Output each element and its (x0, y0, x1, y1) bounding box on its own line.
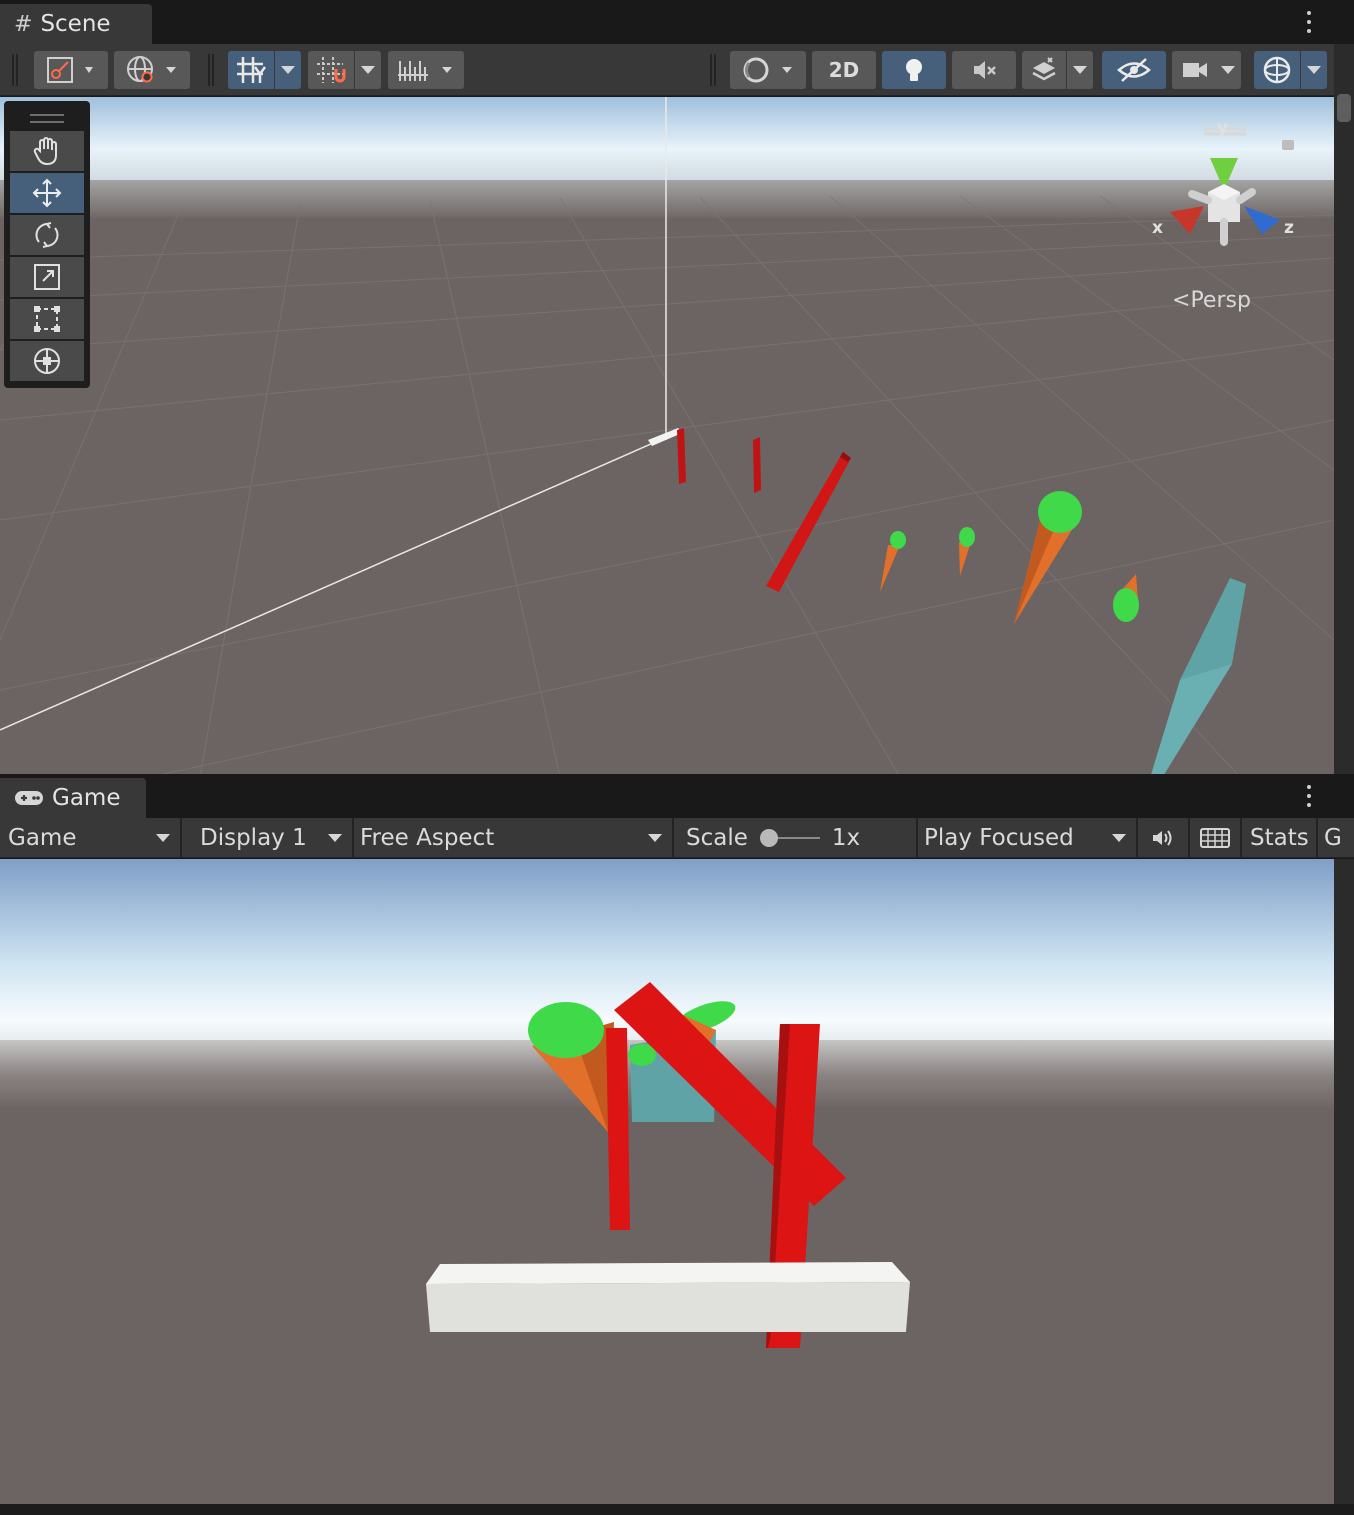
projection-label: Persp (1190, 288, 1251, 313)
increment-snap-button[interactable] (308, 51, 354, 89)
sphere-icon (743, 57, 792, 83)
grid-magnet-icon (317, 57, 346, 83)
z-axis-cone[interactable] (1244, 206, 1280, 234)
scale-control: Scale 1x (674, 818, 918, 858)
scale-icon (34, 264, 60, 290)
scale-tool[interactable] (10, 257, 84, 297)
game-viewport[interactable] (0, 859, 1334, 1504)
globe-icon (127, 56, 176, 83)
game-tab-bar: Game (0, 774, 1354, 818)
mute-audio-button[interactable] (1138, 818, 1190, 858)
scale-slider[interactable] (759, 828, 820, 848)
transform-tool[interactable] (10, 341, 84, 381)
gizmo-x-label: x (1152, 218, 1163, 238)
gizmo-sphere-icon (1263, 56, 1291, 84)
gamepad-icon (15, 791, 43, 805)
aspect-dropdown[interactable]: Free Aspect (354, 818, 674, 858)
rotate-icon (35, 222, 59, 248)
draw-mode-button[interactable] (34, 51, 108, 89)
chevron-left-icon: < (1172, 288, 1191, 313)
chevron-down-icon (648, 834, 662, 842)
game-mode-dropdown[interactable]: Game (0, 818, 182, 858)
rect-transform-icon (34, 306, 60, 332)
scene-tab-label: Scene (40, 11, 111, 37)
keyboard-shortcuts-button[interactable] (1190, 818, 1242, 858)
toolbar-grip[interactable] (710, 54, 716, 86)
effects-button[interactable] (1022, 51, 1066, 89)
lightbulb-icon (906, 59, 922, 81)
scene-visibility-button[interactable] (1102, 51, 1166, 89)
speaker-icon (1153, 830, 1172, 846)
shaded-mode-icon (47, 57, 93, 83)
scene-tab-bar: # Scene (0, 0, 1354, 44)
tool-palette-handle[interactable] (8, 105, 86, 131)
aspect-value: Free Aspect (360, 825, 495, 851)
hidden-eye-icon (1117, 58, 1151, 82)
scene-render (0, 97, 1334, 774)
layers-icon (1032, 57, 1056, 81)
audio-mute-icon (974, 61, 996, 79)
align-snap-button[interactable] (388, 51, 464, 89)
grid-y-icon (237, 57, 267, 83)
game-scrollbar[interactable] (1334, 859, 1354, 1515)
transform-icon (34, 348, 60, 374)
lock-icon[interactable] (1282, 140, 1294, 150)
scale-value: 1x (831, 825, 861, 851)
rotate-tool[interactable] (10, 215, 84, 255)
chevron-down-icon (1112, 834, 1126, 842)
global-toggle-button[interactable] (114, 51, 190, 89)
rect-tool[interactable] (10, 299, 84, 339)
play-mode-dropdown[interactable]: Play Focused (918, 818, 1138, 858)
gizmos-dropdown[interactable] (1301, 51, 1327, 89)
2d-toggle-button[interactable]: 2D (812, 51, 876, 89)
grid-snapping-button[interactable] (228, 51, 274, 89)
display-dropdown[interactable]: Display 1 (182, 818, 354, 858)
projection-toggle[interactable]: <Persp (1172, 288, 1251, 313)
effects-dropdown[interactable] (1067, 51, 1093, 89)
game-more-options-icon[interactable] (1304, 782, 1314, 810)
toolbar-grip[interactable] (12, 54, 18, 86)
scene-camera-dropdown[interactable] (1215, 51, 1241, 89)
toolbar-grip[interactable] (208, 54, 214, 86)
stats-button[interactable]: Stats (1242, 818, 1318, 858)
status-strip (0, 1504, 1354, 1515)
increment-snap-dropdown[interactable] (355, 51, 381, 89)
scene-toolbar: 2D (0, 44, 1354, 96)
scale-label: Scale (686, 825, 748, 851)
scene-scrollbar[interactable] (1334, 44, 1354, 775)
keyboard-icon (1200, 828, 1230, 848)
chevron-down-icon (156, 834, 170, 842)
x-axis-cone[interactable] (1170, 206, 1204, 234)
scene-tab[interactable]: # Scene (0, 4, 152, 44)
stats-label: Stats (1250, 825, 1309, 851)
game-tab[interactable]: Game (0, 778, 146, 818)
game-render (0, 859, 1334, 1504)
tool-palette (4, 101, 90, 388)
hand-tool[interactable] (10, 131, 84, 171)
gizmo-z-label: z (1284, 218, 1294, 238)
scene-viewport[interactable]: y x z (0, 97, 1334, 774)
grid-snapping-dropdown[interactable] (275, 51, 301, 89)
move-tool[interactable] (10, 173, 84, 213)
audio-toggle-button[interactable] (952, 51, 1016, 89)
shading-mode-button[interactable] (730, 51, 806, 89)
gizmos-label-truncated: G (1324, 825, 1342, 851)
ruler-icon (398, 61, 452, 81)
gizmos-toggle-button[interactable]: G (1318, 818, 1354, 858)
gizmos-button[interactable] (1254, 51, 1300, 89)
move-arrows-icon (32, 178, 62, 208)
lighting-toggle-button[interactable] (882, 51, 946, 89)
scene-more-options-icon[interactable] (1304, 8, 1314, 36)
video-camera-icon (1183, 63, 1207, 77)
hash-icon: # (14, 11, 33, 37)
scene-camera-button[interactable] (1172, 51, 1218, 89)
display-value: Display 1 (200, 825, 307, 851)
game-toolbar: Game Display 1 Free Aspect Scale 1x Play… (0, 818, 1354, 858)
game-tab-label: Game (52, 785, 121, 811)
game-mode-value: Game (8, 825, 77, 851)
hand-icon (33, 137, 57, 166)
play-mode-value: Play Focused (924, 825, 1074, 851)
gizmo-y-label: y (1217, 118, 1229, 138)
chevron-down-icon (328, 834, 342, 842)
